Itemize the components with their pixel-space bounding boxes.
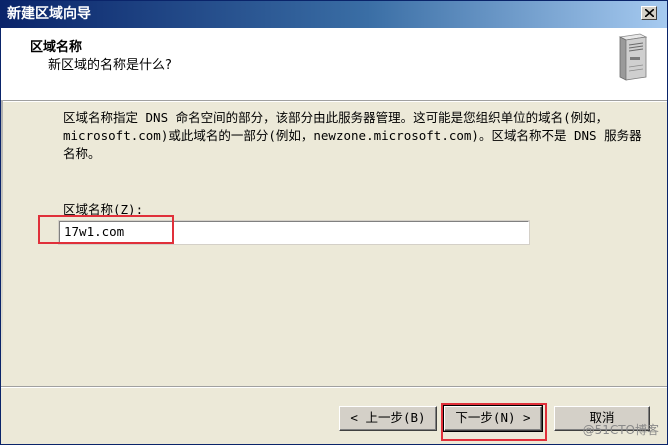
close-button[interactable] [641, 6, 657, 20]
watermark: @51CTO博客 [582, 423, 659, 437]
next-highlight-box [441, 403, 547, 441]
left-edge-shadow [1, 100, 3, 386]
page-subtitle: 新区域的名称是什么? [48, 58, 172, 73]
close-icon [645, 9, 654, 17]
description-text: 区域名称指定 DNS 命名空间的部分，该部分由此服务器管理。这可能是您组织单位的… [63, 110, 642, 161]
window-title: 新建区域向导 [7, 6, 91, 22]
server-icon [618, 33, 648, 81]
back-button[interactable]: < 上一步(B) [339, 406, 437, 431]
footer-separator [1, 386, 667, 388]
title-bar[interactable]: 新建区域向导 [1, 1, 667, 28]
wizard-header: 区域名称 新区域的名称是什么? [1, 28, 667, 101]
input-highlight-box [38, 215, 174, 244]
wizard-window: 新建区域向导 区域名称 新区域的名称是什么? 区域名称指定 DNS 命名空间的部… [0, 0, 668, 445]
page-title: 区域名称 [30, 40, 83, 55]
